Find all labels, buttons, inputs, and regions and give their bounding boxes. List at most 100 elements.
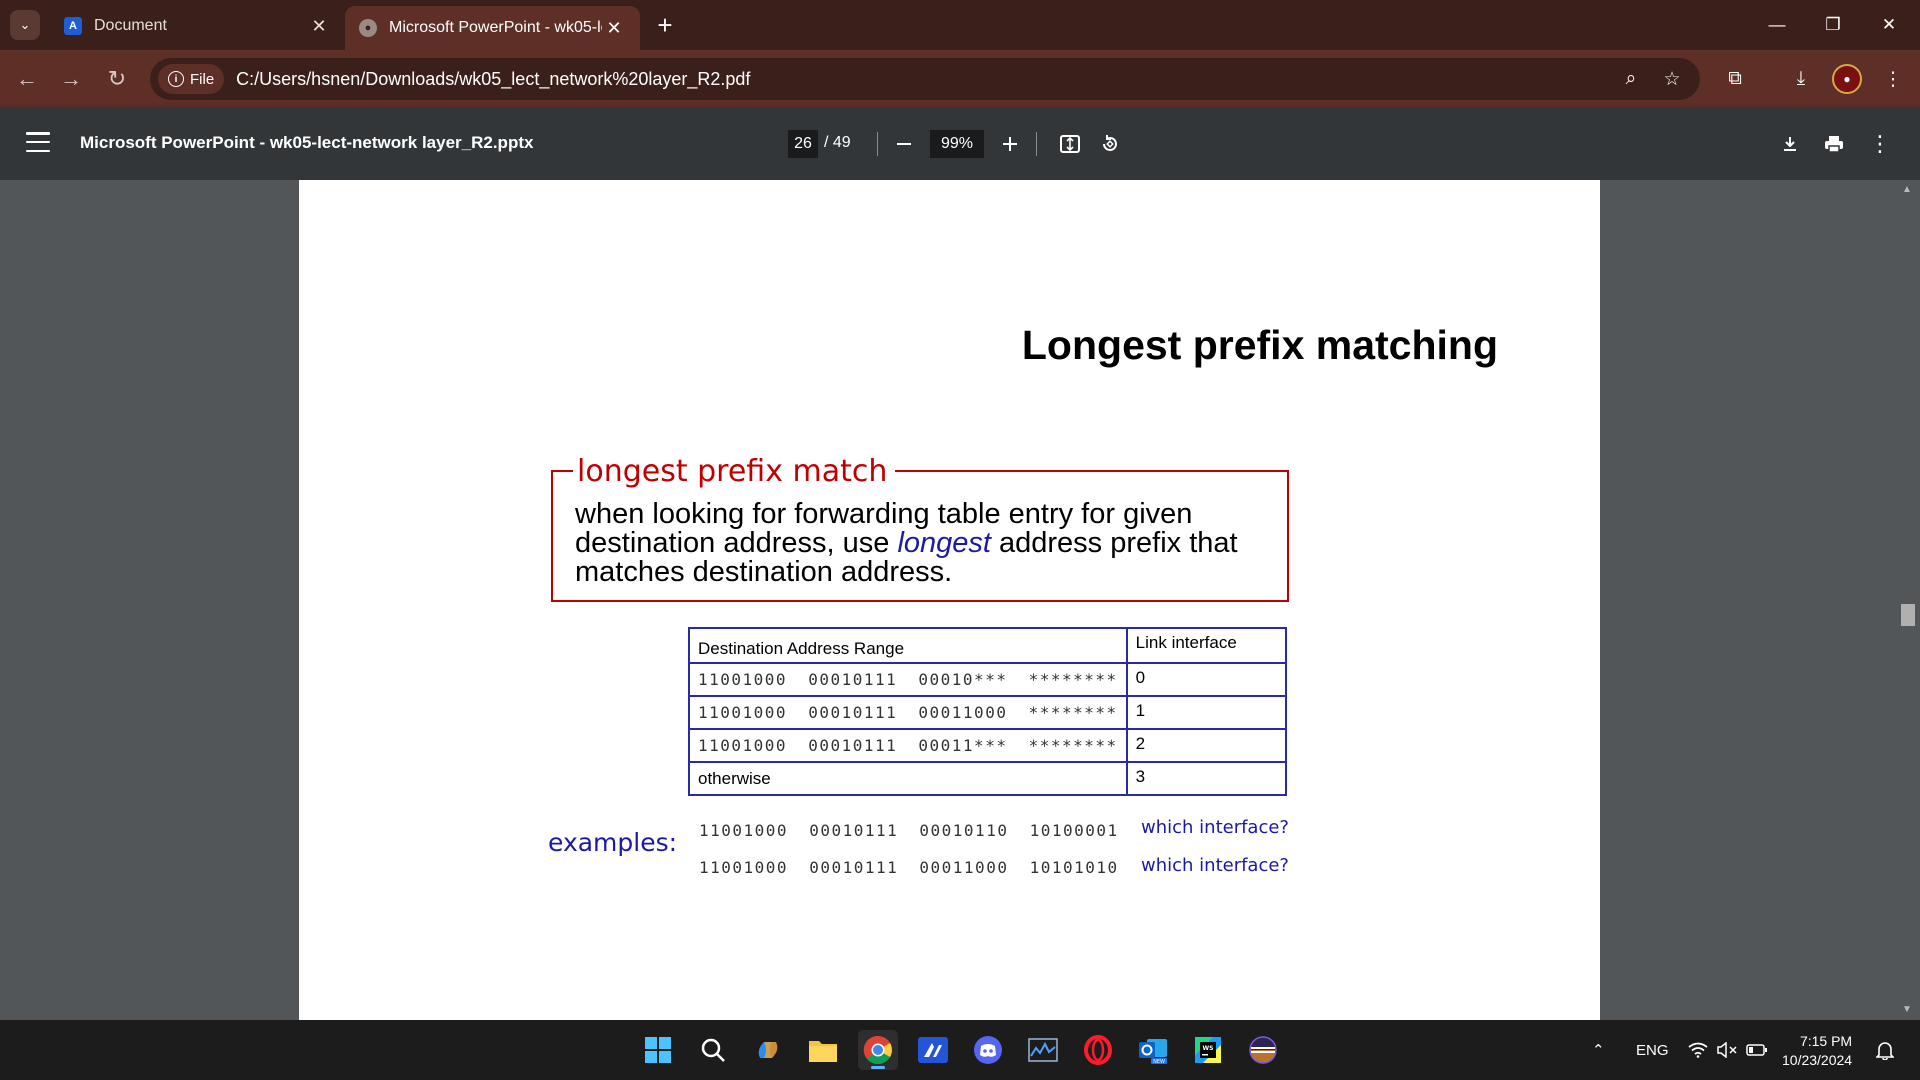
site-info-chip[interactable]: i File xyxy=(158,64,225,94)
pdf-page: Longest prefix matching longest prefix m… xyxy=(299,180,1600,1020)
system-clock[interactable]: 7:15 PM 10/23/2024 xyxy=(1782,1032,1852,1070)
document-favicon-icon: A xyxy=(64,17,82,35)
minus-icon xyxy=(897,143,911,145)
page-number-input[interactable]: 26 xyxy=(788,130,818,158)
notification-bell-icon[interactable] xyxy=(1876,1020,1894,1080)
address-bar[interactable]: i File C:/Users/hsnen/Downloads/wk05_lec… xyxy=(150,58,1700,100)
rotate-button[interactable] xyxy=(1094,128,1126,160)
info-icon: i xyxy=(168,71,184,87)
table-row: 11001000 00010111 00011000 ******** 1 xyxy=(688,695,1288,730)
browser-menu-icon[interactable]: ⋮ xyxy=(1878,64,1908,94)
address-range-cell: 11001000 00010111 00010*** ******** xyxy=(688,662,1128,697)
minimize-button[interactable]: — xyxy=(1754,0,1800,50)
outlook-new-icon[interactable]: NEW xyxy=(1133,1030,1173,1070)
vertical-scrollbar[interactable]: ▲ ▼ xyxy=(1896,180,1920,1020)
file-explorer-icon[interactable] xyxy=(803,1030,843,1070)
restore-button[interactable]: ❐ xyxy=(1810,0,1856,50)
slide-title: Longest prefix matching xyxy=(1021,322,1498,368)
table-row: 11001000 00010111 00011*** ******** 2 xyxy=(688,728,1288,763)
scroll-down-arrow-icon[interactable]: ▼ xyxy=(1902,1004,1912,1015)
webstorm-icon[interactable]: WS xyxy=(1188,1030,1228,1070)
svg-text:WS: WS xyxy=(1203,1045,1214,1052)
tab-title: Document xyxy=(94,17,167,34)
show-hidden-icons-chevron-icon[interactable]: ⌃ xyxy=(1592,1020,1605,1080)
eclipse-icon[interactable] xyxy=(1243,1030,1283,1070)
printer-icon xyxy=(1825,136,1843,153)
zoom-out-button[interactable] xyxy=(888,128,920,160)
blue-app-icon[interactable] xyxy=(913,1030,953,1070)
clock-time: 7:15 PM xyxy=(1799,1033,1853,1049)
zoom-magnifier-icon[interactable]: ⌕ xyxy=(1616,64,1646,94)
tab-search-button[interactable]: ⌄ xyxy=(10,10,40,40)
new-tab-button[interactable]: + xyxy=(650,10,680,40)
example-question: which interface? xyxy=(1141,855,1289,876)
download-pdf-button[interactable] xyxy=(1774,128,1806,160)
address-range-cell: 11001000 00010111 00011000 ******** xyxy=(688,695,1128,730)
chrome-icon[interactable] xyxy=(858,1030,898,1070)
interface-cell: 2 xyxy=(1125,728,1288,763)
address-range-cell: otherwise xyxy=(688,761,1128,796)
definition-box: longest prefix match when looking for fo… xyxy=(551,454,1289,602)
interface-cell: 0 xyxy=(1125,662,1288,697)
opera-icon[interactable] xyxy=(1078,1030,1118,1070)
interface-cell: 1 xyxy=(1125,695,1288,730)
forward-arrow-icon[interactable]: → xyxy=(56,64,86,94)
definition-heading: longest prefix match xyxy=(573,454,896,489)
address-range-cell: 11001000 00010111 00011*** ******** xyxy=(688,728,1128,763)
scrollbar-thumb[interactable] xyxy=(1901,604,1915,626)
scroll-up-arrow-icon[interactable]: ▲ xyxy=(1902,184,1912,195)
close-tab-icon[interactable]: ✕ xyxy=(307,16,331,37)
tab-document[interactable]: A Document ✕ xyxy=(50,8,345,44)
windows-taskbar: NEW WS ⌃ ENG 7:15 PM 10/23/2024 xyxy=(0,1020,1920,1080)
forwarding-table: Destination Address Range Link interface… xyxy=(688,627,1288,796)
rotate-icon xyxy=(1103,135,1117,151)
sidebar-menu-icon[interactable] xyxy=(26,132,50,152)
language-indicator[interactable]: ENG xyxy=(1636,1020,1669,1080)
discord-icon[interactable] xyxy=(968,1030,1008,1070)
windows-start-icon[interactable] xyxy=(638,1030,678,1070)
clock-date: 10/23/2024 xyxy=(1782,1052,1853,1068)
profile-avatar[interactable]: ● xyxy=(1832,64,1862,94)
url-text[interactable]: C:/Users/hsnen/Downloads/wk05_lect_netwo… xyxy=(236,69,750,90)
example-question: which interface? xyxy=(1141,817,1289,838)
fit-to-page-button[interactable] xyxy=(1054,128,1086,160)
battery-icon[interactable] xyxy=(1746,1020,1768,1080)
page-total: / 49 xyxy=(824,134,851,151)
reload-icon[interactable]: ↻ xyxy=(102,64,132,94)
chart-app-icon[interactable] xyxy=(1023,1030,1063,1070)
download-icon xyxy=(1784,137,1796,151)
svg-text:NEW: NEW xyxy=(1153,1059,1165,1065)
zoom-level-input[interactable]: 99% xyxy=(930,130,984,158)
tab-title: Microsoft PowerPoint - wk05-le xyxy=(389,19,602,36)
table-row: otherwise 3 xyxy=(688,761,1288,796)
extensions-icon[interactable]: ⧉ xyxy=(1720,64,1750,94)
back-arrow-icon[interactable]: ← xyxy=(12,64,42,94)
browser-toolbar: ← → ↻ i File C:/Users/hsnen/Downloads/wk… xyxy=(0,50,1920,108)
column-header-interface: Link interface xyxy=(1125,627,1288,664)
close-window-button[interactable]: ✕ xyxy=(1866,0,1912,50)
column-header-range: Destination Address Range xyxy=(688,627,1128,664)
definition-text: when looking for forwarding table entry … xyxy=(575,500,1275,587)
chevron-down-icon: ⌄ xyxy=(19,17,31,32)
search-icon[interactable] xyxy=(693,1030,733,1070)
example-address: 11001000 00010111 00010110 10100001 xyxy=(699,821,1119,840)
copilot-icon[interactable] xyxy=(748,1030,788,1070)
close-tab-icon[interactable]: ✕ xyxy=(602,18,626,39)
zoom-in-button[interactable] xyxy=(994,128,1026,160)
definition-emphasis: longest xyxy=(897,527,991,559)
volume-muted-icon[interactable] xyxy=(1716,1020,1738,1080)
tab-powerpoint-pdf[interactable]: ● Microsoft PowerPoint - wk05-le ✕ xyxy=(345,6,640,50)
downloads-icon[interactable]: ⤓ xyxy=(1786,64,1816,94)
example-address: 11001000 00010111 00011000 10101010 xyxy=(699,858,1119,877)
pdf-more-options-icon[interactable]: ⋮ xyxy=(1864,128,1896,160)
site-info-label: File xyxy=(190,70,215,88)
wifi-icon[interactable] xyxy=(1688,1020,1708,1080)
interface-cell: 3 xyxy=(1125,761,1288,796)
print-button[interactable] xyxy=(1818,128,1850,160)
pdf-toolbar: Microsoft PowerPoint - wk05-lect-network… xyxy=(0,108,1920,180)
pdf-viewer[interactable]: Longest prefix matching longest prefix m… xyxy=(0,180,1920,1020)
examples-label: examples: xyxy=(548,828,678,857)
toolbar-divider xyxy=(877,132,878,156)
bookmark-star-icon[interactable]: ☆ xyxy=(1657,64,1687,94)
table-header-row: Destination Address Range Link interface xyxy=(688,627,1288,664)
